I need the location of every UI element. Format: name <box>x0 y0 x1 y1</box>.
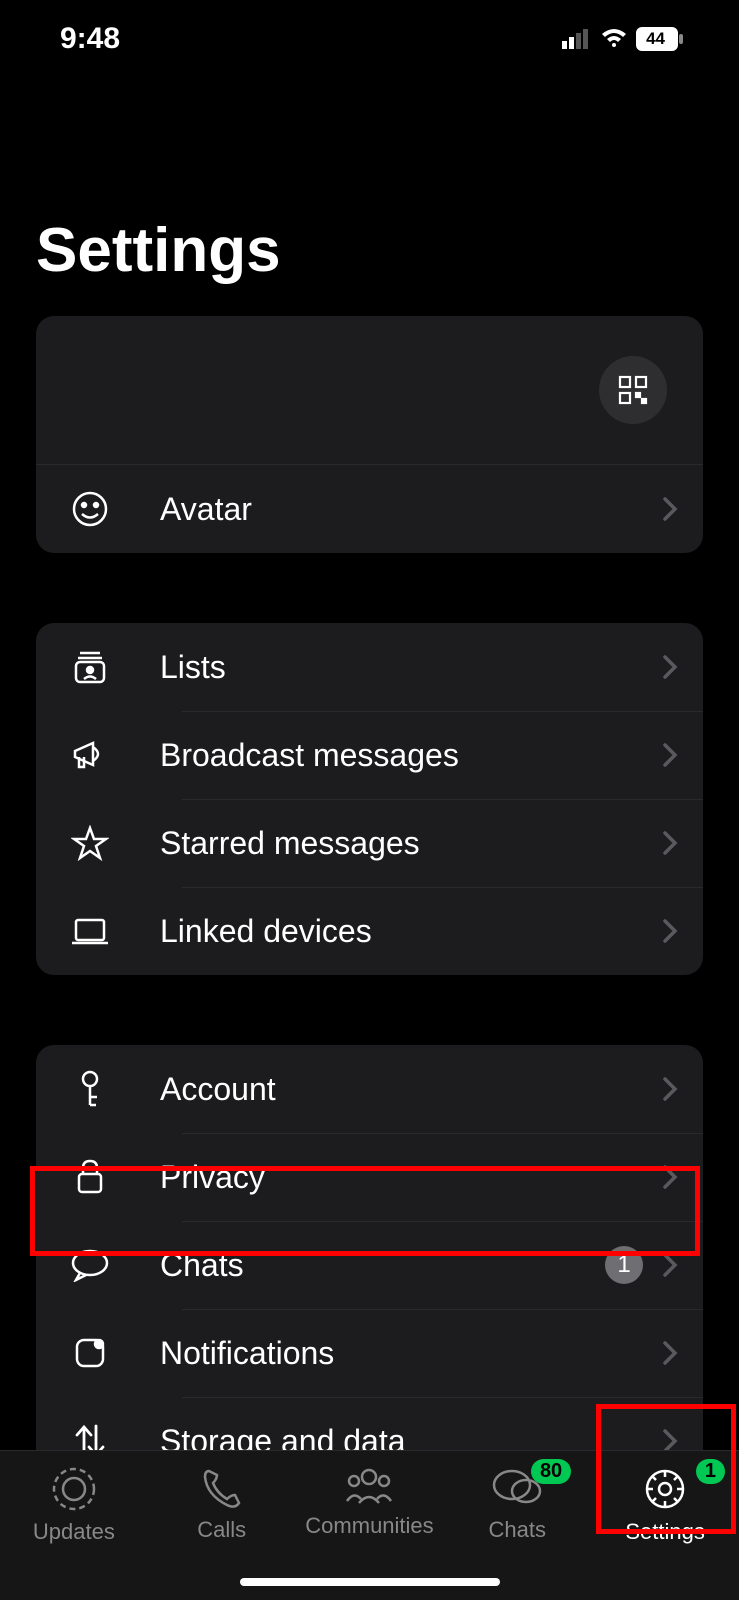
linked-devices-row[interactable]: Linked devices <box>36 887 703 975</box>
chevron-right-icon <box>661 1163 679 1191</box>
lists-icon <box>60 649 120 685</box>
communities-icon <box>341 1465 397 1507</box>
tab-updates[interactable]: Updates <box>0 1465 148 1545</box>
settings-group-2: Account Privacy Chats 1 Notifications St… <box>36 1045 703 1485</box>
home-indicator[interactable] <box>240 1578 500 1586</box>
avatar-icon <box>60 489 120 529</box>
lock-icon <box>60 1158 120 1196</box>
gear-icon <box>641 1465 689 1513</box>
chevron-right-icon <box>661 829 679 857</box>
privacy-label: Privacy <box>160 1159 661 1196</box>
tab-settings-label: Settings <box>625 1519 705 1545</box>
notifications-label: Notifications <box>160 1335 661 1372</box>
tab-chats-label: Chats <box>489 1517 546 1543</box>
notification-icon <box>60 1336 120 1370</box>
broadcast-label: Broadcast messages <box>160 737 661 774</box>
battery-icon: 44 <box>636 27 703 51</box>
tab-communities-label: Communities <box>305 1513 433 1539</box>
qr-code-icon <box>618 375 648 405</box>
account-label: Account <box>160 1071 661 1108</box>
chat-bubble-icon <box>60 1248 120 1282</box>
tab-chats-badge: 80 <box>531 1459 571 1484</box>
linked-devices-label: Linked devices <box>160 913 661 950</box>
status-time: 9:48 <box>60 22 120 56</box>
page-title: Settings <box>0 70 739 316</box>
chevron-right-icon <box>661 1339 679 1367</box>
starred-row[interactable]: Starred messages <box>36 799 703 887</box>
profile-section: Avatar <box>36 316 703 553</box>
avatar-label: Avatar <box>160 491 661 528</box>
status-bar: 9:48 44 <box>0 0 739 70</box>
signal-icon <box>562 29 592 49</box>
starred-label: Starred messages <box>160 825 661 862</box>
chevron-right-icon <box>661 653 679 681</box>
tab-chats[interactable]: Chats 80 <box>443 1465 591 1543</box>
status-indicators: 44 <box>562 27 703 51</box>
tab-calls[interactable]: Calls <box>148 1465 296 1543</box>
privacy-row[interactable]: Privacy <box>36 1133 703 1221</box>
notifications-row[interactable]: Notifications <box>36 1309 703 1397</box>
megaphone-icon <box>60 737 120 773</box>
qr-code-button[interactable] <box>599 356 667 424</box>
key-icon <box>60 1069 120 1109</box>
profile-row[interactable] <box>36 316 703 465</box>
chevron-right-icon <box>661 917 679 945</box>
chevron-right-icon <box>661 1251 679 1279</box>
tab-settings-badge: 1 <box>696 1459 725 1484</box>
lists-label: Lists <box>160 649 661 686</box>
star-icon <box>60 825 120 861</box>
chevron-right-icon <box>661 741 679 769</box>
laptop-icon <box>60 916 120 946</box>
chevron-right-icon <box>661 1075 679 1103</box>
phone-icon <box>199 1465 245 1511</box>
lists-row[interactable]: Lists <box>36 623 703 711</box>
tab-communities[interactable]: Communities <box>296 1465 444 1539</box>
chats-badge: 1 <box>605 1246 643 1284</box>
wifi-icon <box>600 29 628 49</box>
updates-icon <box>49 1465 99 1513</box>
settings-group-1: Lists Broadcast messages Starred message… <box>36 623 703 975</box>
tab-settings[interactable]: Settings 1 <box>591 1465 739 1545</box>
account-row[interactable]: Account <box>36 1045 703 1133</box>
broadcast-row[interactable]: Broadcast messages <box>36 711 703 799</box>
chevron-right-icon <box>661 495 679 523</box>
tab-updates-label: Updates <box>33 1519 115 1545</box>
avatar-row[interactable]: Avatar <box>36 465 703 553</box>
tab-calls-label: Calls <box>197 1517 246 1543</box>
chats-row[interactable]: Chats 1 <box>36 1221 703 1309</box>
chats-label: Chats <box>160 1247 605 1284</box>
